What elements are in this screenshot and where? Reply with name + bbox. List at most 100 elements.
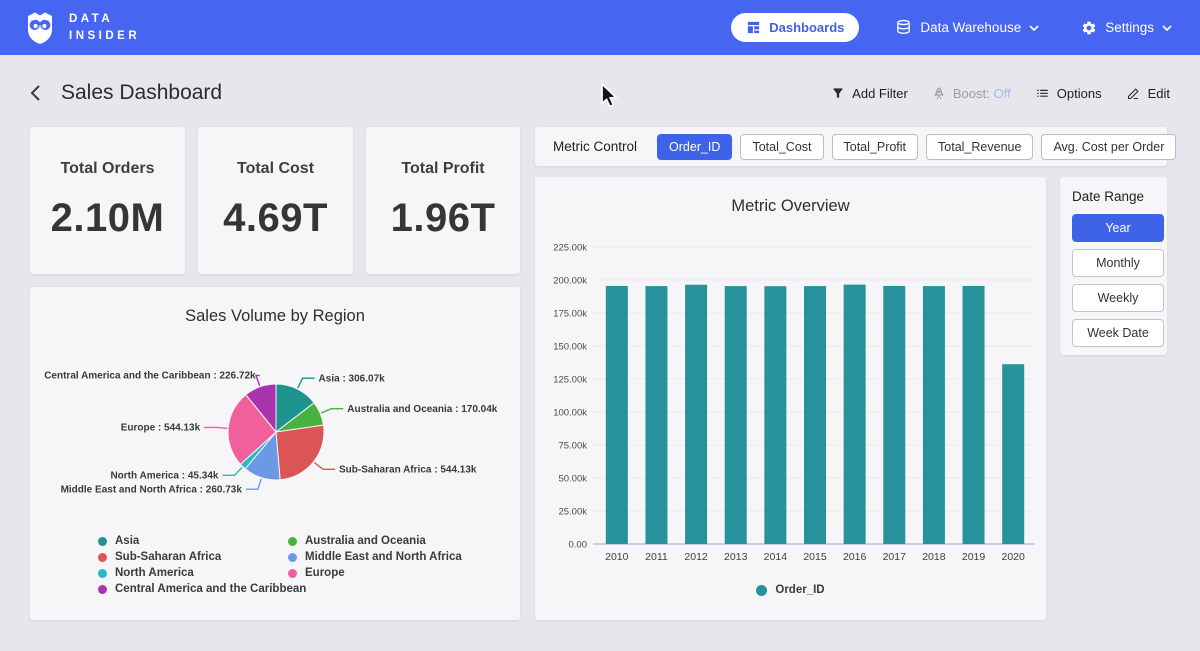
edit-button[interactable]: Edit bbox=[1126, 86, 1170, 101]
date-option-weekly[interactable]: Weekly bbox=[1072, 284, 1164, 312]
legend-dot bbox=[288, 553, 297, 562]
bar-2017[interactable] bbox=[883, 286, 905, 544]
bar-2012[interactable] bbox=[685, 285, 707, 544]
date-option-week-date[interactable]: Week Date bbox=[1072, 319, 1164, 347]
x-tick-label: 2020 bbox=[1002, 551, 1026, 563]
filter-icon bbox=[831, 86, 845, 100]
legend-label: Australia and Oceania bbox=[305, 535, 426, 547]
kpi-value: 2.10M bbox=[51, 196, 165, 241]
legend-column: Australia and Oceania Middle East and Nor… bbox=[288, 533, 462, 581]
back-button[interactable] bbox=[30, 84, 41, 102]
metric-option-avg-cost-per-order[interactable]: Avg. Cost per Order bbox=[1041, 134, 1176, 160]
date-range-label: Date Range bbox=[1072, 189, 1159, 204]
kpi-value: 4.69T bbox=[223, 196, 328, 241]
date-range-options: YearMonthlyWeeklyWeek Date bbox=[1072, 214, 1159, 347]
legend-dot bbox=[288, 569, 297, 578]
boost-label: Boost: bbox=[953, 86, 990, 101]
legend-item-middle-east-and-north-africa[interactable]: Middle East and North Africa bbox=[288, 549, 462, 565]
legend-item-australia-and-oceania[interactable]: Australia and Oceania bbox=[288, 533, 462, 549]
date-option-year[interactable]: Year bbox=[1072, 214, 1164, 242]
brand-line1: DATA bbox=[69, 11, 140, 28]
legend-label: Central America and the Caribbean bbox=[115, 583, 306, 595]
kpi-card-total-profit: Total Profit 1.96T bbox=[366, 127, 520, 274]
bar-2015[interactable] bbox=[804, 286, 826, 544]
pie-leader-line bbox=[321, 409, 343, 413]
brand-text: DATA INSIDER bbox=[69, 11, 140, 44]
sales-volume-card: Sales Volume by Region Asia : 306.07kAus… bbox=[30, 287, 520, 620]
bar-chart-plot: 225.00k200.00k175.00k150.00k125.00k100.0… bbox=[535, 227, 1046, 577]
bar-2016[interactable] bbox=[844, 285, 866, 544]
database-icon bbox=[895, 19, 912, 36]
x-tick-label: 2011 bbox=[645, 551, 668, 563]
brand-logo[interactable]: DATA INSIDER bbox=[22, 11, 140, 45]
bar-2020[interactable] bbox=[1002, 364, 1024, 544]
app-canvas: DATA INSIDER Dashboards Data Warehouse bbox=[0, 0, 1200, 651]
data-warehouse-label: Data Warehouse bbox=[920, 20, 1021, 35]
x-tick-label: 2017 bbox=[883, 551, 907, 563]
y-tick-label: 125.00k bbox=[553, 375, 587, 386]
x-tick-label: 2015 bbox=[803, 551, 827, 563]
bar-2013[interactable] bbox=[725, 286, 747, 544]
pie-slice-label: Australia and Oceania : 170.04k bbox=[347, 404, 498, 415]
legend-item-europe[interactable]: Europe bbox=[288, 565, 462, 581]
bar-chart-svg: 225.00k200.00k175.00k150.00k125.00k100.0… bbox=[535, 227, 1046, 577]
bar-2010[interactable] bbox=[606, 286, 628, 544]
pie-leader-line bbox=[223, 467, 243, 475]
options-label: Options bbox=[1057, 86, 1102, 101]
metric-option-total-cost[interactable]: Total_Cost bbox=[740, 134, 823, 160]
chevron-down-icon bbox=[1029, 25, 1039, 31]
bar-2019[interactable] bbox=[963, 286, 985, 544]
pie-slice-sub-saharan-africa[interactable] bbox=[276, 425, 324, 480]
legend-item-sub-saharan-africa[interactable]: Sub-Saharan Africa bbox=[98, 549, 306, 565]
date-option-monthly[interactable]: Monthly bbox=[1072, 249, 1164, 277]
metric-options: Order_ID Total_Cost Total_Profit Total_Reve… bbox=[657, 134, 1176, 160]
owl-logo-icon bbox=[22, 11, 58, 45]
kpi-label: Total Orders bbox=[61, 160, 155, 178]
pie-chart-plot: Asia : 306.07kAustralia and Oceania : 17… bbox=[30, 323, 520, 533]
chevron-down-icon bbox=[1162, 25, 1172, 31]
page-header: Sales Dashboard Add Filter Boost: Off bbox=[30, 74, 1170, 112]
pie-slice-label: Middle East and North Africa : 260.73k bbox=[61, 485, 243, 496]
legend-label: Middle East and North Africa bbox=[305, 551, 462, 563]
rocket-icon bbox=[932, 86, 946, 101]
legend-label: Asia bbox=[115, 535, 139, 547]
legend-dot bbox=[288, 537, 297, 546]
pie-slice-label: Europe : 544.13k bbox=[121, 423, 201, 434]
legend-label: Sub-Saharan Africa bbox=[115, 551, 221, 563]
dashboards-button[interactable]: Dashboards bbox=[731, 13, 859, 42]
pie-leader-line bbox=[298, 378, 315, 388]
page-title: Sales Dashboard bbox=[61, 81, 222, 105]
legend-item-asia[interactable]: Asia bbox=[98, 533, 306, 549]
list-icon bbox=[1035, 86, 1050, 100]
pie-leader-line bbox=[246, 479, 261, 490]
legend-dot bbox=[98, 585, 107, 594]
brand-line2: INSIDER bbox=[69, 28, 140, 45]
bar-2014[interactable] bbox=[764, 286, 786, 544]
y-tick-label: 100.00k bbox=[553, 408, 587, 419]
metric-option-order-id[interactable]: Order_ID bbox=[657, 134, 732, 160]
dashboards-icon bbox=[746, 20, 761, 35]
bar-2018[interactable] bbox=[923, 286, 945, 544]
kpi-card-total-orders: Total Orders 2.10M bbox=[30, 127, 185, 274]
y-tick-label: 75.00k bbox=[558, 441, 587, 452]
add-filter-button[interactable]: Add Filter bbox=[831, 86, 908, 101]
metric-option-total-revenue[interactable]: Total_Revenue bbox=[926, 134, 1033, 160]
kpi-label: Total Profit bbox=[401, 160, 484, 178]
legend-item-north-america[interactable]: North America bbox=[98, 565, 306, 581]
navbar-menu: Dashboards Data Warehouse Settings bbox=[731, 13, 1178, 42]
x-tick-label: 2012 bbox=[684, 551, 708, 563]
legend-column: Asia Sub-Saharan Africa North America Centr… bbox=[98, 533, 306, 597]
pie-slice-label: Central America and the Caribbean : 226.… bbox=[44, 371, 256, 382]
bar-2011[interactable] bbox=[645, 286, 667, 544]
data-warehouse-menu[interactable]: Data Warehouse bbox=[889, 18, 1045, 37]
legend-item-central-america-and-the-caribbean[interactable]: Central America and the Caribbean bbox=[98, 581, 306, 597]
header-toolbar: Add Filter Boost: Off Options bbox=[831, 86, 1170, 101]
options-button[interactable]: Options bbox=[1035, 86, 1102, 101]
settings-menu[interactable]: Settings bbox=[1075, 19, 1178, 37]
y-tick-label: 50.00k bbox=[558, 474, 587, 485]
boost-toggle[interactable]: Boost: Off bbox=[932, 86, 1011, 101]
chevron-left-icon bbox=[30, 84, 41, 102]
metric-option-total-profit[interactable]: Total_Profit bbox=[832, 134, 919, 160]
y-tick-label: 150.00k bbox=[553, 342, 587, 353]
x-tick-label: 2010 bbox=[605, 551, 629, 563]
